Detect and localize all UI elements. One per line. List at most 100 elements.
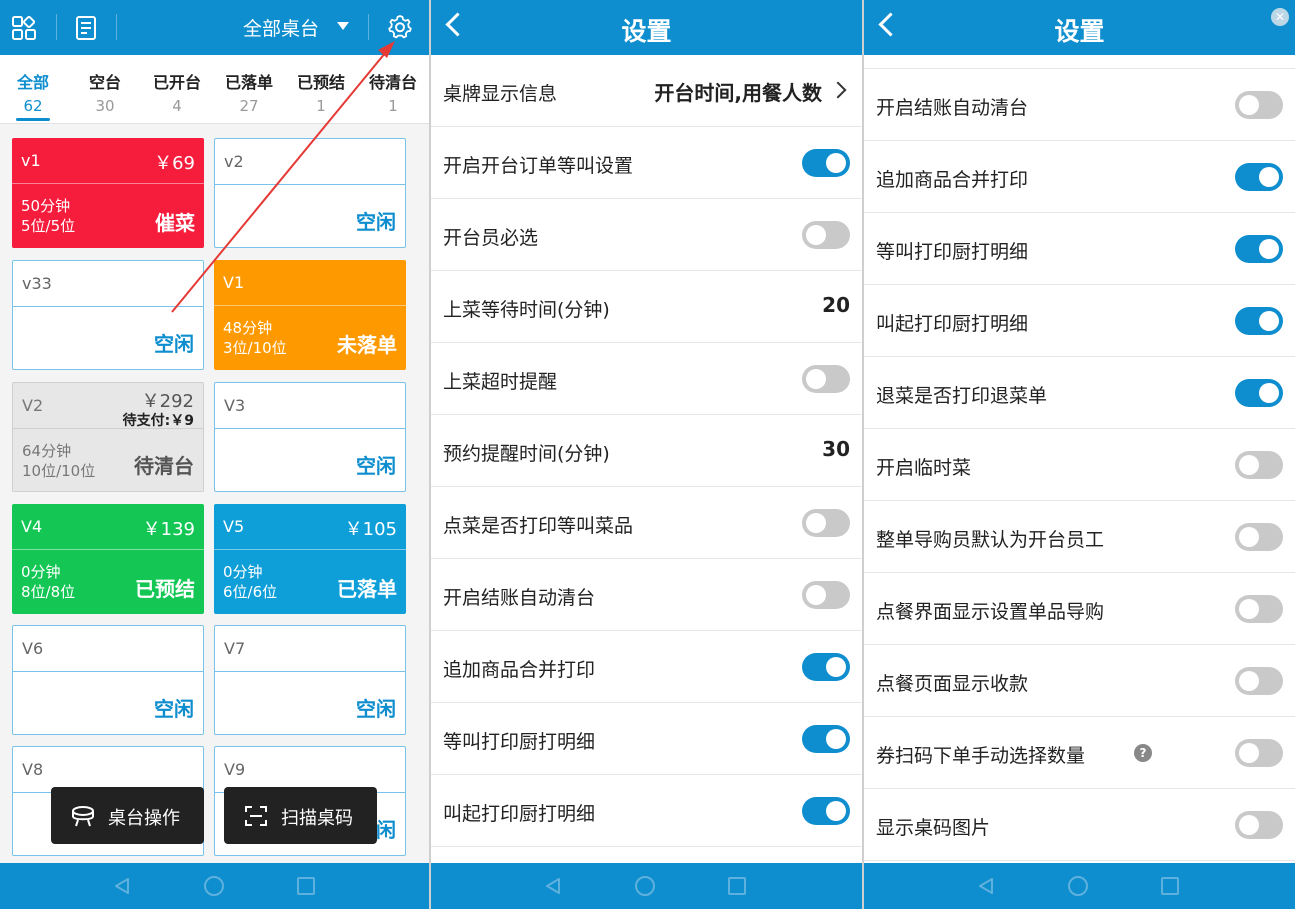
toggle-knob: [1259, 167, 1279, 187]
setting-row[interactable]: 上菜等待时间(分钟) 20: [431, 271, 862, 343]
setting-table-card-info[interactable]: 桌牌显示信息 开台时间,用餐人数: [431, 55, 862, 127]
page-title: 设置: [621, 17, 672, 46]
toggle-switch[interactable]: [1235, 307, 1283, 335]
close-icon[interactable]: ✕: [1271, 8, 1289, 26]
toggle-switch[interactable]: [1235, 595, 1283, 623]
toggle-switch[interactable]: [802, 509, 850, 537]
setting-label: 点菜是否打印等叫菜品: [443, 515, 634, 537]
scan-icon: [245, 806, 267, 826]
toggle-switch[interactable]: [1235, 811, 1283, 839]
toggle-switch[interactable]: [1235, 91, 1283, 119]
nav-home-icon[interactable]: [635, 876, 655, 896]
table-operations-button[interactable]: 桌台操作: [51, 787, 204, 844]
nav-recents-icon[interactable]: [1161, 877, 1179, 895]
table-name: V5: [223, 517, 245, 536]
table-status: 空闲: [154, 697, 194, 721]
toggle-switch[interactable]: [802, 581, 850, 609]
setting-label: 点餐页面显示收款: [876, 673, 1029, 695]
settings-screen-scrolled: 设置 ✕ 开启结账自动清台 追加商品合并打印 等叫打印厨打明细 叫起打印厨打明细…: [864, 0, 1295, 909]
toggle-knob: [806, 369, 826, 389]
system-nav-bar: [864, 863, 1295, 909]
toggle-knob: [806, 225, 826, 245]
toggle-switch[interactable]: [1235, 523, 1283, 551]
table-card[interactable]: V4 ￥139 0分钟 8位/8位 已预结: [12, 504, 204, 614]
setting-label: 追加商品合并打印: [443, 659, 596, 681]
table-name: V7: [224, 639, 246, 658]
setting-row: 追加商品合并打印: [864, 141, 1295, 213]
setting-value: 开台时间,用餐人数: [654, 81, 822, 105]
setting-label: 开启结账自动清台: [443, 587, 596, 609]
table-duration: 64分钟: [22, 442, 72, 460]
setting-label: 追加商品合并打印: [876, 169, 1029, 191]
setting-row: 开启结账自动清台: [864, 69, 1295, 141]
table-name: V9: [224, 760, 246, 779]
toggle-switch[interactable]: [802, 221, 850, 249]
setting-row: 上菜超时提醒: [431, 343, 862, 415]
toggle-knob: [806, 585, 826, 605]
table-duration: 0分钟: [223, 563, 263, 581]
table-icon: [72, 806, 94, 827]
toggle-switch[interactable]: [802, 149, 850, 177]
table-card[interactable]: V6 空闲: [12, 625, 204, 735]
toggle-switch[interactable]: [1235, 667, 1283, 695]
table-card[interactable]: V7 空闲: [214, 625, 406, 735]
scan-table-code-button[interactable]: 扫描桌码: [224, 787, 377, 844]
nav-home-icon[interactable]: [1068, 876, 1088, 896]
setting-row: 显示桌码图片: [864, 789, 1295, 861]
toggle-switch[interactable]: [802, 365, 850, 393]
setting-label: 预约提醒时间(分钟): [443, 443, 610, 465]
toggle-switch[interactable]: [1235, 163, 1283, 191]
table-duration-seats: 0分钟 8位/8位: [21, 562, 75, 602]
nav-back-icon[interactable]: [977, 877, 995, 895]
setting-row: 叫起打印厨打明细: [431, 775, 862, 847]
setting-row: 追加商品合并打印: [431, 631, 862, 703]
settings-list: 开启结账自动清台 追加商品合并打印 等叫打印厨打明细 叫起打印厨打明细 退菜是否…: [864, 55, 1295, 863]
setting-row: 点餐页面显示收款: [864, 645, 1295, 717]
nav-recents-icon[interactable]: [728, 877, 746, 895]
table-name: V2: [22, 396, 44, 415]
settings-top-bar: 设置 ✕: [864, 0, 1295, 55]
setting-row: 整单导购员默认为开台员工: [864, 501, 1295, 573]
table-card[interactable]: V2 ￥292 待支付:￥9 64分钟 10位/10位 待清台: [12, 382, 204, 492]
setting-row: 开启开台订单等叫设置: [431, 127, 862, 199]
setting-label: 上菜超时提醒: [443, 371, 558, 393]
table-seats: 3位/10位: [223, 339, 287, 357]
toggle-knob: [1239, 527, 1259, 547]
toggle-switch[interactable]: [802, 797, 850, 825]
toggle-switch[interactable]: [1235, 235, 1283, 263]
table-name: V4: [21, 517, 43, 536]
setting-row: 券扫码下单手动选择数量 ?: [864, 717, 1295, 789]
nav-back-icon[interactable]: [544, 877, 562, 895]
toggle-switch[interactable]: [1235, 451, 1283, 479]
table-card[interactable]: V3 空闲: [214, 382, 406, 492]
setting-label: 点餐界面显示设置单品导购: [876, 601, 1105, 623]
setting-label: 显示桌码图片: [876, 817, 991, 839]
setting-label: 券扫码下单手动选择数量: [876, 745, 1086, 767]
toggle-knob: [1239, 455, 1259, 475]
setting-label: 桌牌显示信息: [443, 83, 558, 105]
help-icon[interactable]: ?: [1134, 744, 1152, 762]
chevron-right-icon: [829, 81, 847, 99]
toggle-switch[interactable]: [802, 653, 850, 681]
nav-recents-icon[interactable]: [297, 877, 315, 895]
settings-list: 桌牌显示信息 开台时间,用餐人数 开启开台订单等叫设置 开台员必选 上菜等待时间…: [431, 55, 862, 863]
nav-home-icon[interactable]: [204, 876, 224, 896]
settings-top-bar: 设置: [431, 0, 862, 55]
setting-row: 退菜是否打印退菜单: [864, 357, 1295, 429]
setting-label: 开台员必选: [443, 227, 539, 249]
toggle-knob: [1259, 383, 1279, 403]
table-card[interactable]: V5 ￥105 0分钟 6位/6位 已落单: [214, 504, 406, 614]
table-duration-seats: 0分钟 6位/6位: [223, 562, 277, 602]
setting-row: 开启临时菜: [864, 429, 1295, 501]
toggle-switch[interactable]: [1235, 379, 1283, 407]
page-title: 设置: [1054, 17, 1105, 46]
toggle-knob: [1259, 239, 1279, 259]
setting-row: 点餐界面显示设置单品导购: [864, 573, 1295, 645]
toggle-switch[interactable]: [802, 725, 850, 753]
table-status: 待清台: [134, 454, 194, 478]
setting-row[interactable]: 预约提醒时间(分钟) 30: [431, 415, 862, 487]
table-seats: 10位/10位: [22, 462, 96, 480]
nav-back-icon[interactable]: [113, 877, 131, 895]
toggle-switch[interactable]: [1235, 739, 1283, 767]
setting-row: 开台员必选: [431, 199, 862, 271]
